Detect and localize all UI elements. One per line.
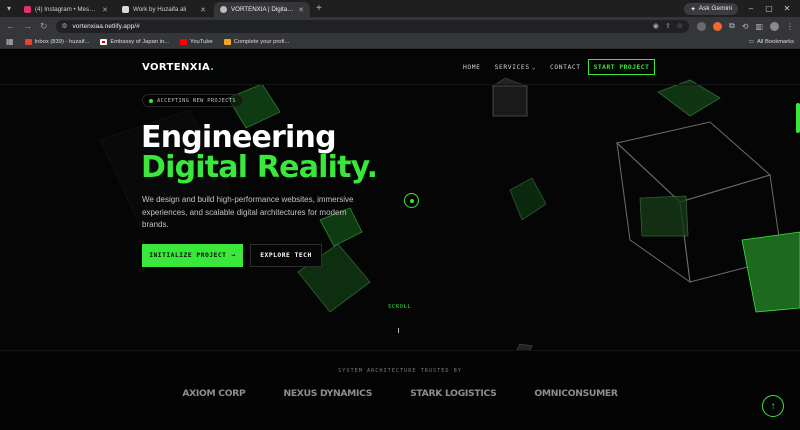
- globe-favicon-icon: [220, 6, 227, 13]
- avatar[interactable]: [770, 21, 779, 31]
- site-navbar: VORTENXIA. HOME SERVICES ⌄ CONTACT START …: [0, 50, 800, 85]
- badge-text: ACCEPTING NEW PROJECTS: [157, 97, 236, 104]
- bookmark-label: Embassy of Japan in...: [110, 38, 169, 45]
- more-icon[interactable]: ⋮: [786, 22, 794, 31]
- brand-logo: OMNICONSUMER: [534, 388, 618, 399]
- window-controls: ✦ Ask Gemini – ▢ ✕: [684, 0, 800, 17]
- cube-shape: [657, 79, 721, 117]
- nav-contact[interactable]: CONTACT: [550, 64, 581, 71]
- explore-tech-button[interactable]: EXPLORE TECH: [250, 244, 322, 267]
- extension-icon[interactable]: [713, 21, 723, 31]
- nav-services-label: SERVICES: [494, 64, 530, 71]
- minimize-icon[interactable]: –: [746, 4, 756, 13]
- page-favicon-icon: [122, 6, 129, 13]
- logo-text: VORTENXIA: [142, 62, 211, 73]
- tab-title: VORTENXIA | Digital Agency: [231, 6, 295, 13]
- all-bookmarks-label: All Bookmarks: [756, 38, 794, 45]
- tab-search-icon[interactable]: ▾: [0, 0, 18, 17]
- translate-icon[interactable]: ⟲: [742, 22, 749, 31]
- apps-grid-icon[interactable]: ▦: [6, 37, 14, 46]
- youtube-icon: [180, 38, 187, 45]
- scroll-indicator-label: SCROLL: [388, 304, 412, 310]
- gmail-icon: [24, 38, 32, 45]
- logo-dot: .: [210, 62, 215, 73]
- profile-icon: [223, 38, 231, 45]
- trusted-by-section: SYSTEM ARCHITECTURE TRUSTED BY AXIOM COR…: [0, 350, 800, 430]
- nav-services[interactable]: SERVICES ⌄: [495, 64, 536, 71]
- tab-instagram[interactable]: (4) Instagram • Messages ✕: [18, 2, 114, 17]
- arrow-right-icon: →: [231, 252, 236, 259]
- close-tab-icon[interactable]: ✕: [102, 6, 108, 14]
- back-to-top-button[interactable]: ↑: [762, 395, 784, 417]
- share-icon[interactable]: ⇪: [665, 22, 671, 30]
- site-logo[interactable]: VORTENXIA.: [142, 62, 215, 73]
- japan-flag-icon: [100, 38, 108, 45]
- brand-logo: NEXUS DYNAMICS: [283, 388, 373, 399]
- star-icon[interactable]: ☆: [677, 22, 683, 30]
- bookmark-gmail[interactable]: Inbox (839) - huzaif...: [24, 38, 90, 45]
- bookmarks-bar: ▦ Inbox (839) - huzaif... Embassy of Jap…: [0, 35, 800, 49]
- scrollbar-thumb[interactable]: [796, 103, 800, 133]
- hero-subtitle: We design and build high-performance web…: [142, 195, 354, 230]
- maximize-icon[interactable]: ▢: [764, 4, 774, 13]
- back-arrow-icon[interactable]: ←: [6, 21, 15, 31]
- brand-logo: STARK LOGISTICS: [410, 388, 497, 399]
- initialize-project-button[interactable]: INITIALIZE PROJECT →: [142, 244, 243, 267]
- sidebar-icon[interactable]: ▥: [755, 22, 763, 31]
- instagram-favicon-icon: [24, 6, 31, 13]
- chevron-down-icon: ⌄: [531, 64, 536, 71]
- ask-gemini-label: Ask Gemini: [698, 5, 732, 12]
- bookmark-label: Complete your profi...: [233, 38, 290, 45]
- site-info-icon[interactable]: ⚙: [62, 22, 68, 30]
- start-project-button[interactable]: START PROJECT: [588, 59, 655, 75]
- bookmark-label: YouTube: [190, 38, 213, 45]
- tab-vortenxia[interactable]: VORTENXIA | Digital Agency ✕: [214, 2, 310, 17]
- close-tab-icon[interactable]: ✕: [298, 6, 304, 14]
- trusted-label: SYSTEM ARCHITECTURE TRUSTED BY: [338, 368, 462, 374]
- tab-title: (4) Instagram • Messages: [35, 6, 98, 13]
- reload-icon[interactable]: ↻: [40, 21, 48, 32]
- status-dot-icon: [149, 98, 153, 103]
- initialize-project-label: INITIALIZE PROJECT: [149, 252, 227, 259]
- status-badge: ACCEPTING NEW PROJECTS: [142, 94, 243, 107]
- nav-links: HOME SERVICES ⌄ CONTACT: [463, 64, 581, 71]
- ask-gemini-button[interactable]: ✦ Ask Gemini: [684, 2, 738, 15]
- brand-logo: AXIOM CORP: [182, 388, 246, 399]
- bookmark-embassy[interactable]: Embassy of Japan in...: [100, 38, 169, 45]
- scroll-indicator-line: [398, 328, 399, 333]
- folder-icon: ▭: [748, 38, 754, 45]
- eye-off-icon[interactable]: ◉: [653, 22, 659, 30]
- bookmark-profile[interactable]: Complete your profi...: [223, 38, 290, 45]
- cube-shape: [639, 195, 689, 237]
- gemini-icon: ✦: [690, 5, 696, 13]
- tab-title: Work by Huzaifa ali: [133, 6, 187, 13]
- address-bar[interactable]: ⚙ vortenxiaa.netlify.app/# ◉ ⇪ ☆: [55, 19, 690, 33]
- forward-arrow-icon[interactable]: →: [23, 21, 32, 31]
- bookmark-youtube[interactable]: YouTube: [180, 38, 213, 45]
- tab-work[interactable]: Work by Huzaifa ali ✕: [116, 2, 212, 17]
- hero-headline-line2: Digital Reality.: [141, 150, 378, 185]
- nav-home[interactable]: HOME: [463, 64, 481, 71]
- extensions-area: ⧉ ⟲ ▥ ⋮: [697, 21, 794, 31]
- all-bookmarks[interactable]: ▭ All Bookmarks: [748, 39, 794, 45]
- url-text: vortenxiaa.netlify.app/#: [72, 22, 140, 30]
- tab-strip: ▾ (4) Instagram • Messages ✕ Work by Huz…: [0, 0, 800, 17]
- bookmark-label: Inbox (839) - huzaif...: [34, 38, 90, 45]
- website-viewport: VORTENXIA. HOME SERVICES ⌄ CONTACT START …: [0, 50, 800, 430]
- puzzle-icon[interactable]: ⧉: [729, 21, 735, 31]
- extension-icon[interactable]: [697, 21, 707, 31]
- custom-cursor-icon: [404, 193, 419, 208]
- browser-toolbar: ← → ↻ ⚙ vortenxiaa.netlify.app/# ◉ ⇪ ☆ ⧉…: [0, 17, 800, 35]
- cube-shape: [741, 231, 800, 313]
- new-tab-button[interactable]: +: [316, 2, 322, 17]
- close-window-icon[interactable]: ✕: [782, 4, 792, 13]
- close-tab-icon[interactable]: ✕: [200, 6, 206, 14]
- omnibox-actions: ◉ ⇪ ☆: [653, 22, 683, 30]
- brand-logos: AXIOM CORP NEXUS DYNAMICS STARK LOGISTIC…: [0, 388, 800, 399]
